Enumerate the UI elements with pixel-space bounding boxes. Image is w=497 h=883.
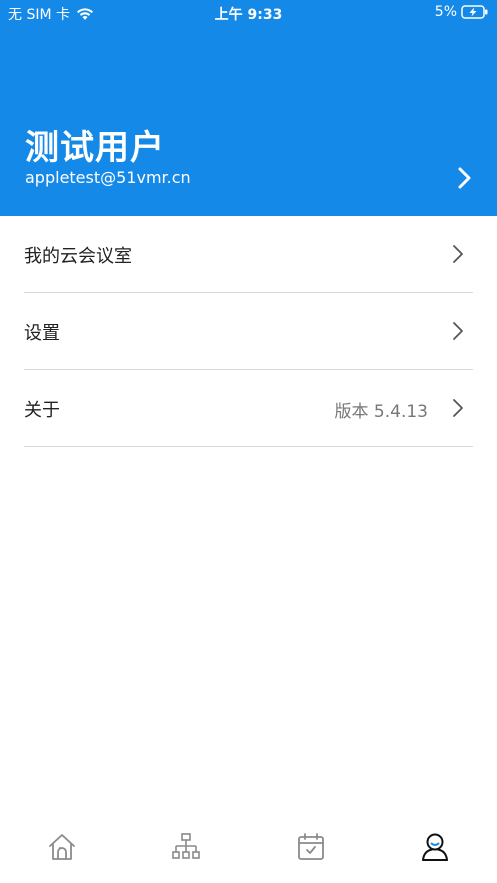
tab-profile[interactable] [373,823,497,883]
battery-charging-icon [461,5,488,19]
home-icon [49,834,76,860]
version-text: 版本 5.4.13 [334,402,428,422]
chevron-right-icon[interactable] [455,166,475,190]
tab-contacts[interactable] [124,823,248,883]
tab-home[interactable] [0,823,124,883]
menu-item-label: 关于 [24,400,60,421]
user-icon [421,833,448,861]
calendar-icon [297,833,324,860]
profile-header[interactable]: 无 SIM 卡 上午 9:33 5% 测试用户 appletest@51vmr.… [0,0,497,216]
menu-item-about[interactable]: 关于 版本 5.4.13 [24,370,473,447]
menu-item-my-meeting-room[interactable]: 我的云会议室 [24,216,473,293]
tab-bar [0,823,497,883]
chevron-right-icon [453,245,463,263]
chevron-right-icon [453,399,463,417]
menu-item-settings[interactable]: 设置 [24,293,473,370]
screen: 无 SIM 卡 上午 9:33 5% 测试用户 appletest@51vmr.… [0,0,497,883]
battery-percent: 5% [434,4,457,20]
status-time: 上午 9:33 [214,7,283,23]
user-email: appletest@51vmr.cn [25,168,191,187]
org-chart-icon [172,833,201,859]
menu-item-label: 我的云会议室 [24,246,132,267]
status-bar: 无 SIM 卡 上午 9:33 5% [0,0,497,26]
chevron-right-icon [453,322,463,340]
tab-calendar[interactable] [249,823,373,883]
menu-item-label: 设置 [24,323,60,344]
status-right: 5% [435,4,489,20]
menu-list: 我的云会议室 设置 关于 版本 5.4.13 [0,216,497,447]
user-name: 测试用户 [25,128,165,168]
